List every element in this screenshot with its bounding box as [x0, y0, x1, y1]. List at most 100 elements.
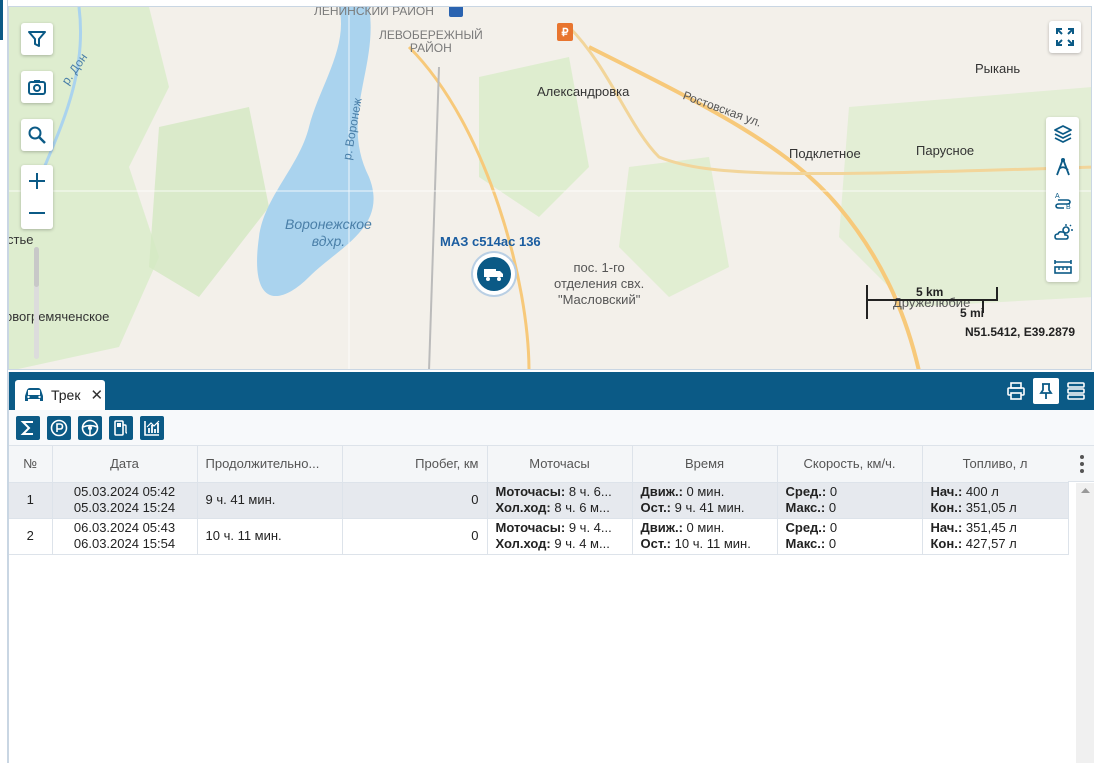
date-end: 05.03.2024 15:24 [73, 500, 176, 515]
svg-text:A: A [1055, 193, 1060, 200]
scroll-up-icon[interactable] [1076, 483, 1094, 497]
camera-icon [28, 80, 46, 95]
print-button[interactable] [1003, 378, 1029, 404]
table-row[interactable]: 1 05.03.2024 05:42 05.03.2024 15:24 9 ч. … [9, 482, 1069, 519]
dot [1079, 454, 1084, 459]
table-header-row: № Дата Продолжительно... Пробег, км Мото… [9, 446, 1069, 483]
truck-icon [477, 257, 511, 291]
chart-button[interactable] [140, 416, 164, 440]
ruler-icon [1053, 259, 1072, 274]
route-icon [1055, 157, 1070, 175]
parking-button[interactable] [47, 416, 71, 440]
svg-text:B: B [1066, 204, 1071, 210]
col-header-fuel[interactable]: Топливо, л [922, 446, 1069, 483]
move-label: Движ.: [640, 520, 683, 535]
chart-icon [144, 420, 160, 436]
table-row[interactable]: 2 06.03.2024 05:43 06.03.2024 15:54 10 ч.… [9, 518, 1069, 555]
summary-button[interactable] [16, 416, 40, 440]
scale-mi-label: 5 mi [960, 306, 985, 320]
zoom-in-button[interactable] [28, 165, 46, 197]
report-panel: Трек ✕ № Дата Продолжительно... Пробег, … [8, 372, 1094, 763]
cell-mileage: 0 [342, 482, 488, 519]
cell-engine-hours: Моточасы: 8 ч. 6... Хол.ход: 8 ч. 6 м... [487, 482, 633, 519]
track-table: № Дата Продолжительно... Пробег, км Мото… [9, 446, 1069, 555]
a-to-b-button[interactable]: AB [1046, 183, 1079, 216]
railway-station-icon[interactable] [449, 7, 463, 17]
col-header-date[interactable]: Дата [52, 446, 198, 483]
stop-label: Ост.: [640, 500, 672, 515]
fuel-start-value: 351,45 л [965, 520, 1017, 535]
fullscreen-button[interactable] [1049, 21, 1081, 53]
max-value: 0 [828, 536, 837, 551]
driving-button[interactable] [78, 416, 102, 440]
printer-icon [1007, 382, 1025, 400]
filter-icon [28, 31, 46, 47]
map-view[interactable]: ЛЕНИНСКИЙ РАЙОН ЛЕВОБЕРЕЖНЫЙ РАЙОН р. До… [8, 6, 1092, 370]
cell-date: 05.03.2024 05:42 05.03.2024 15:24 [52, 482, 198, 519]
minus-icon [29, 212, 45, 214]
col-header-speed[interactable]: Скорость, км/ч. [777, 446, 923, 483]
fuel-button[interactable] [109, 416, 133, 440]
max-value: 0 [828, 500, 837, 515]
stop-value: 10 ч. 11 мин. [674, 536, 751, 551]
search-button[interactable] [21, 119, 53, 151]
cell-speed: Сред.: 0 Макс.: 0 [777, 482, 923, 519]
vehicle-marker[interactable] [473, 253, 515, 295]
steering-wheel-icon [81, 419, 99, 437]
avg-value: 0 [829, 484, 838, 499]
weather-button[interactable] [1046, 216, 1079, 249]
move-value: 0 мин. [686, 520, 725, 535]
col-header-time[interactable]: Время [632, 446, 778, 483]
idle-value: 9 ч. 4 м... [554, 536, 610, 551]
col-header-number[interactable]: № [9, 446, 53, 483]
cell-speed: Сред.: 0 Макс.: 0 [777, 518, 923, 555]
layers-button[interactable] [1046, 117, 1079, 150]
col-header-duration[interactable]: Продолжительно... [197, 446, 343, 483]
stie-label: стье [8, 232, 34, 247]
avg-value: 0 [829, 520, 838, 535]
dot [1079, 468, 1084, 473]
fullscreen-icon [1056, 28, 1074, 46]
vertical-scrollbar[interactable] [1076, 483, 1094, 763]
fuel-start-label: Нач.: [930, 520, 963, 535]
a-to-b-icon: AB [1055, 193, 1071, 210]
move-value: 0 мин. [686, 484, 725, 499]
date-end: 06.03.2024 15:54 [73, 536, 176, 551]
idle-value: 8 ч. 6 м... [554, 500, 610, 515]
fuel-end-label: Кон.: [930, 500, 963, 515]
moto-value: 8 ч. 6... [568, 484, 612, 499]
route-button[interactable] [1046, 150, 1079, 183]
date-start: 06.03.2024 05:43 [73, 520, 176, 535]
screenshot-button[interactable] [21, 71, 53, 103]
pin-button[interactable] [1033, 378, 1059, 404]
fuel-station-icon[interactable]: ₽ [557, 23, 573, 41]
max-label: Макс.: [785, 536, 826, 551]
podkletnoe-label: Подклетное [789, 146, 861, 161]
column-menu-button[interactable] [1068, 446, 1094, 482]
cell-date: 06.03.2024 05:43 06.03.2024 15:54 [52, 518, 198, 555]
cell-duration: 10 ч. 11 мин. [197, 518, 343, 555]
rows-icon [1067, 382, 1085, 400]
col-header-engine-hours[interactable]: Моточасы [487, 446, 633, 483]
zoom-out-button[interactable] [28, 197, 46, 229]
col-header-mileage[interactable]: Пробег, км [342, 446, 488, 483]
zoom-slider-handle[interactable] [34, 247, 39, 287]
map-tools-toolbar: AB [1046, 117, 1079, 282]
coordinates-readout: N51.5412, E39.2879 [965, 325, 1076, 339]
move-label: Движ.: [640, 484, 683, 499]
fuel-start-value: 400 л [965, 484, 999, 499]
ruler-button[interactable] [1046, 249, 1079, 282]
tab-close-button[interactable]: ✕ [90, 386, 103, 404]
filter-button[interactable] [21, 23, 53, 55]
fuel-start-label: Нач.: [930, 484, 963, 499]
reservoir-label: Воронежское вдхр. [285, 216, 372, 249]
parusnoe-label: Парусное [916, 143, 975, 158]
cell-time: Движ.: 0 мин. Ост.: 10 ч. 11 мин. [632, 518, 778, 555]
zoom-slider-track[interactable] [34, 247, 39, 359]
stop-value: 9 ч. 41 мин. [674, 500, 745, 515]
cell-fuel: Нач.: 351,45 л Кон.: 427,57 л [922, 518, 1069, 555]
map-scale: 5 km 5 mi [866, 285, 998, 320]
layout-toggle-button[interactable] [1063, 378, 1089, 404]
tab-track[interactable]: Трек ✕ [15, 380, 105, 410]
scale-km-label: 5 km [916, 285, 944, 299]
